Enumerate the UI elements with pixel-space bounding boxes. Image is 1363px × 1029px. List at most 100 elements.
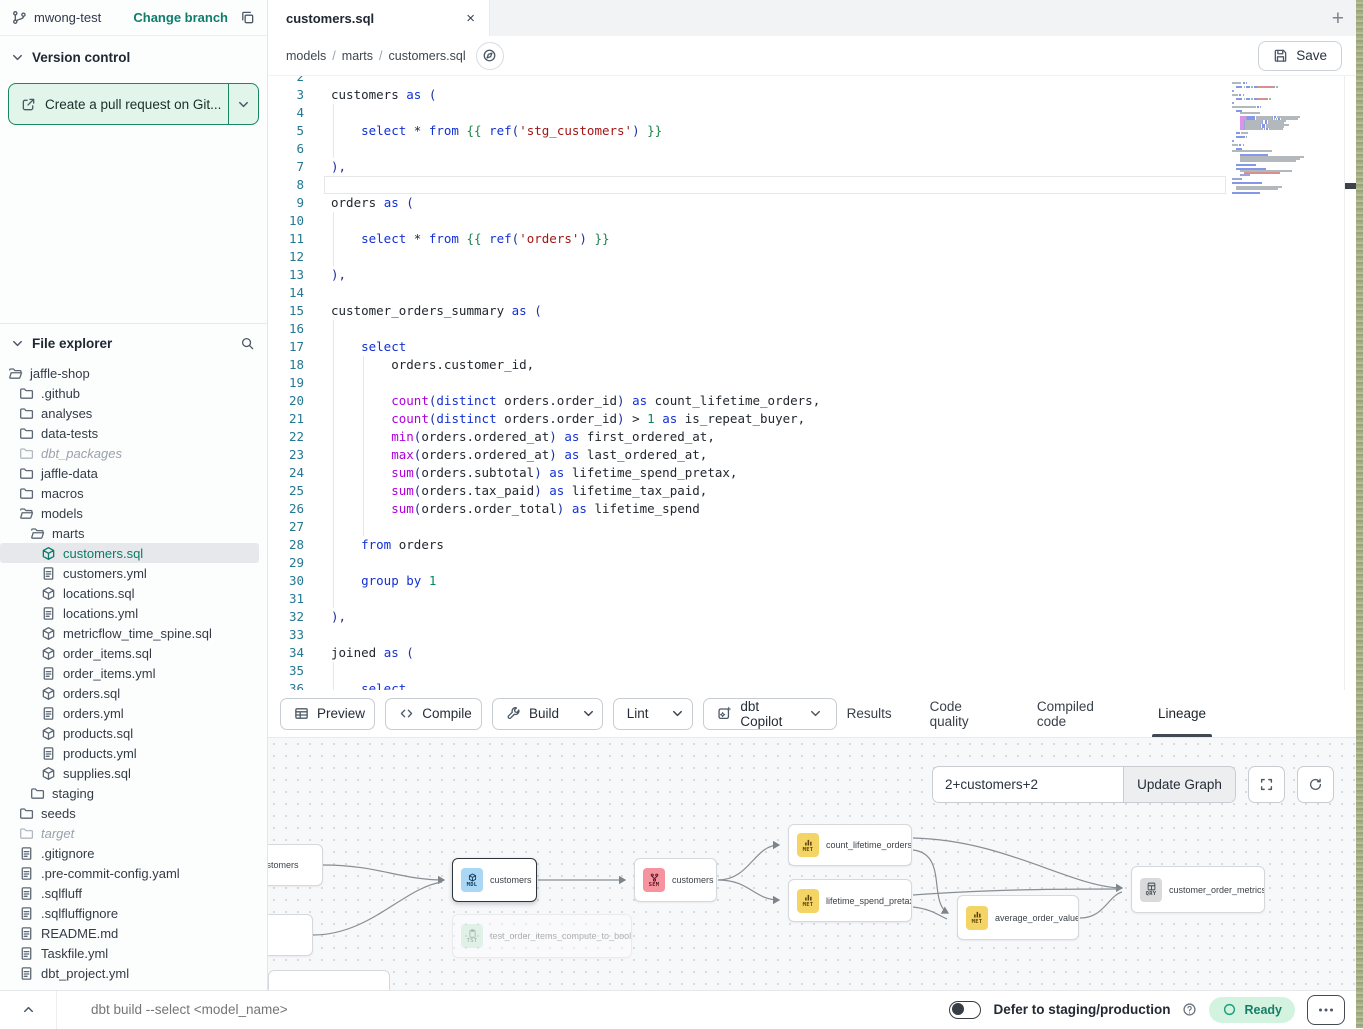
file-tree-item-target[interactable]: target	[0, 823, 259, 843]
code-line-20[interactable]: 20 count(distinct orders.order_id) as co…	[268, 392, 1232, 410]
collapse-panel-button[interactable]	[0, 1002, 56, 1017]
code-line-3[interactable]: 3customers as (	[268, 86, 1232, 104]
code-line-22[interactable]: 22 min(orders.ordered_at) as first_order…	[268, 428, 1232, 446]
new-tab-button[interactable]: +	[1332, 8, 1344, 29]
fullscreen-button[interactable]	[1248, 766, 1285, 803]
breadcrumb-marts[interactable]: marts	[342, 49, 373, 63]
tab-customers-sql[interactable]: customers.sql ×	[268, 0, 490, 36]
file-tree-item-dbt-project-yml[interactable]: dbt_project.yml	[0, 963, 259, 983]
lineage-node-stg-customers[interactable]: MDLstg_customers	[268, 844, 323, 886]
code-line-29[interactable]: 29	[268, 554, 1232, 572]
lineage-node-customers[interactable]: SEMcustomers	[634, 858, 717, 902]
lineage-lens-button[interactable]	[476, 42, 504, 70]
code-line-27[interactable]: 27	[268, 518, 1232, 536]
file-tree-item-orders-yml[interactable]: orders.yml	[0, 703, 259, 723]
version-control-header[interactable]: Version control	[0, 36, 267, 73]
breadcrumb-models[interactable]: models	[286, 49, 326, 63]
code-line-12[interactable]: 12	[268, 248, 1232, 266]
update-graph-button[interactable]: Update Graph	[1123, 767, 1235, 802]
file-tree-item-customers-sql[interactable]: customers.sql	[0, 543, 259, 563]
code-line-13[interactable]: 13),	[268, 266, 1232, 284]
file-tree-item-dbt-packages[interactable]: dbt_packages	[0, 443, 259, 463]
code-line-9[interactable]: 9orders as (	[268, 194, 1232, 212]
file-tree-item-products-sql[interactable]: products.sql	[0, 723, 259, 743]
code-line-26[interactable]: 26 sum(orders.order_total) as lifetime_s…	[268, 500, 1232, 518]
build-button[interactable]: Build	[492, 698, 603, 730]
lineage-node-lifetime-spend-pretax[interactable]: METlifetime_spend_pretax	[788, 879, 912, 922]
search-icon[interactable]	[240, 336, 255, 351]
file-tree-item-locations-yml[interactable]: locations.yml	[0, 603, 259, 623]
code-line-6[interactable]: 6	[268, 140, 1232, 158]
code-line-35[interactable]: 35	[268, 662, 1232, 680]
lineage-node-average-order-value[interactable]: METaverage_order_value	[957, 895, 1079, 940]
code-line-18[interactable]: 18 orders.customer_id,	[268, 356, 1232, 374]
code-line-34[interactable]: 34joined as (	[268, 644, 1232, 662]
file-tree-item--sqlfluffignore[interactable]: .sqlfluffignore	[0, 903, 259, 923]
code-line-11[interactable]: 11 select * from {{ ref('orders') }}	[268, 230, 1232, 248]
code-line-23[interactable]: 23 max(orders.ordered_at) as last_ordere…	[268, 446, 1232, 464]
file-tree-item-locations-sql[interactable]: locations.sql	[0, 583, 259, 603]
dbt-command-input[interactable]	[57, 1002, 949, 1017]
lineage-selector-input[interactable]	[933, 767, 1123, 802]
file-tree-item-data-tests[interactable]: data-tests	[0, 423, 259, 443]
code-line-30[interactable]: 30 group by 1	[268, 572, 1232, 590]
code-line-24[interactable]: 24 sum(orders.subtotal) as lifetime_spen…	[268, 464, 1232, 482]
file-tree-item-jaffle-shop[interactable]: jaffle-shop	[0, 363, 259, 383]
copy-icon[interactable]	[240, 10, 255, 25]
file-tree-item-readme-md[interactable]: README.md	[0, 923, 259, 943]
lineage-node-partial[interactable]	[268, 970, 390, 990]
lint-button[interactable]: Lint	[613, 698, 694, 730]
file-tree-item--pre-commit-config-yaml[interactable]: .pre-commit-config.yaml	[0, 863, 259, 883]
tab-compiled-code[interactable]: Compiled code	[1037, 690, 1120, 737]
code-line-2[interactable]: 2	[268, 76, 1232, 86]
scrollbar-marker[interactable]	[1345, 183, 1356, 189]
file-tree-item-customers-yml[interactable]: customers.yml	[0, 563, 259, 583]
file-tree-item-models[interactable]: models	[0, 503, 259, 523]
file-tree-item-analyses[interactable]: analyses	[0, 403, 259, 423]
code-line-21[interactable]: 21 count(distinct orders.order_id) > 1 a…	[268, 410, 1232, 428]
code-line-19[interactable]: 19	[268, 374, 1232, 392]
code-editor[interactable]: 23customers as (45 select * from {{ ref(…	[268, 76, 1356, 690]
editor-minimap[interactable]	[1232, 80, 1321, 220]
create-pr-button[interactable]: Create a pull request on Git...	[9, 84, 228, 124]
file-tree-item--sqlfluff[interactable]: .sqlfluff	[0, 883, 259, 903]
lineage-node-orders[interactable]: MDLorders	[268, 914, 313, 956]
dbt-copilot-button[interactable]: dbt Copilot	[703, 698, 836, 730]
file-tree-item-jaffle-data[interactable]: jaffle-data	[0, 463, 259, 483]
lineage-node-customer-order-metrics[interactable]: QRYcustomer_order_metrics	[1131, 866, 1265, 913]
close-icon[interactable]: ×	[466, 10, 475, 27]
file-tree-item-products-yml[interactable]: products.yml	[0, 743, 259, 763]
breadcrumb-file[interactable]: customers.sql	[389, 49, 466, 63]
code-line-31[interactable]: 31	[268, 590, 1232, 608]
code-line-10[interactable]: 10	[268, 212, 1232, 230]
code-line-33[interactable]: 33	[268, 626, 1232, 644]
file-tree-item-staging[interactable]: staging	[0, 783, 259, 803]
lint-dropdown-caret[interactable]	[661, 699, 693, 729]
code-line-17[interactable]: 17 select	[268, 338, 1232, 356]
file-tree-item-metricflow-time-spine-sql[interactable]: metricflow_time_spine.sql	[0, 623, 259, 643]
editor-scrollbar[interactable]	[1344, 76, 1356, 690]
tab-results[interactable]: Results	[847, 690, 892, 737]
code-line-5[interactable]: 5 select * from {{ ref('stg_customers') …	[268, 122, 1232, 140]
change-branch-link[interactable]: Change branch	[133, 10, 228, 25]
lineage-node-test-order-items-compute-to-bools-[interactable]: TSTtest_order_items_compute_to_bools...	[452, 914, 632, 958]
tab-lineage[interactable]: Lineage	[1158, 690, 1206, 737]
tab-code-quality[interactable]: Code quality	[930, 690, 999, 737]
defer-toggle[interactable]	[949, 1001, 981, 1019]
code-line-25[interactable]: 25 sum(orders.tax_paid) as lifetime_tax_…	[268, 482, 1232, 500]
file-explorer-header[interactable]: File explorer	[0, 324, 267, 357]
preview-button[interactable]: Preview	[280, 698, 375, 730]
code-line-8[interactable]: 8	[268, 176, 1232, 194]
lineage-node-customers[interactable]: MDLcustomers	[452, 858, 537, 902]
refresh-button[interactable]	[1297, 766, 1334, 803]
file-tree-item-supplies-sql[interactable]: supplies.sql	[0, 763, 259, 783]
code-line-7[interactable]: 7),	[268, 158, 1232, 176]
file-tree-item-macros[interactable]: macros	[0, 483, 259, 503]
file-tree-item-marts[interactable]: marts	[0, 523, 259, 543]
file-tree-item--github[interactable]: .github	[0, 383, 259, 403]
build-dropdown-caret[interactable]	[572, 699, 603, 729]
file-tree-item-seeds[interactable]: seeds	[0, 803, 259, 823]
code-line-16[interactable]: 16	[268, 320, 1232, 338]
code-line-36[interactable]: 36 select	[268, 680, 1232, 690]
code-line-14[interactable]: 14	[268, 284, 1232, 302]
